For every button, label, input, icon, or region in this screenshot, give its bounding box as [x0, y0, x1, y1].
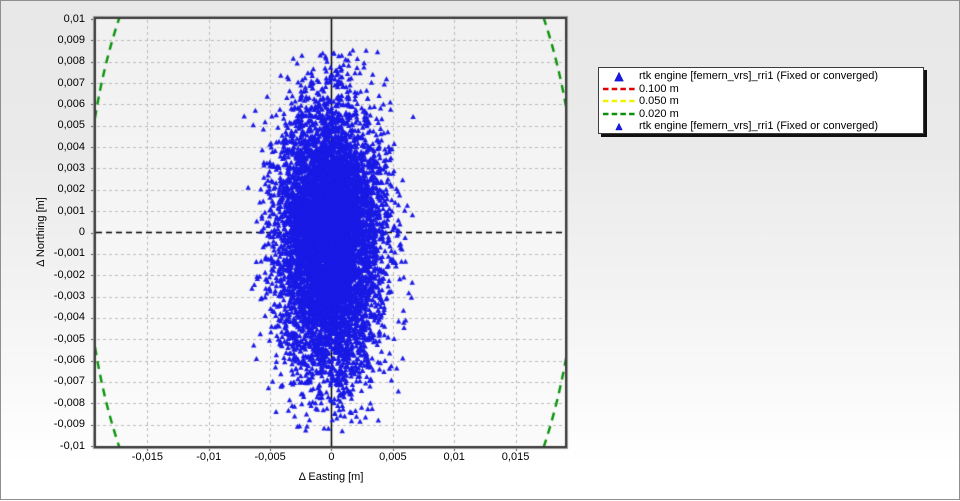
- legend-item-label: 0.050 m: [639, 95, 679, 108]
- legend-item: rtk engine [femern_vrs]_rri1 (Fixed or c…: [599, 120, 923, 133]
- legend-dash-swatch-icon: [599, 97, 639, 105]
- scatter-plot-window: Δ Northing [m] Δ Easting [m] 0,01 0,009 0,…: [0, 0, 960, 501]
- legend-dash-swatch-icon: [599, 110, 639, 118]
- legend-item-label: 0.020 m: [639, 107, 679, 120]
- legend-item: 0.020 m: [599, 108, 923, 121]
- legend-rows: rtk engine [femern_vrs]_rri1 (Fixed or c…: [599, 70, 923, 133]
- legend-item-label: rtk engine [femern_vrs]_rri1 (Fixed or c…: [639, 70, 879, 83]
- legend-item: 0.050 m: [599, 95, 923, 108]
- legend-item-label: rtk engine [femern_vrs]_rri1 (Fixed or c…: [639, 120, 879, 133]
- legend-triangle-marker-icon: [599, 71, 639, 82]
- legend-item: 0.100 m: [599, 83, 923, 96]
- legend-triangle-marker-icon: [599, 121, 639, 132]
- legend-dash-swatch-icon: [599, 85, 639, 93]
- legend-item-label: 0.100 m: [639, 82, 679, 95]
- legend: rtk engine [femern_vrs]_rri1 (Fixed or c…: [598, 67, 924, 134]
- legend-item: rtk engine [femern_vrs]_rri1 (Fixed or c…: [599, 70, 923, 83]
